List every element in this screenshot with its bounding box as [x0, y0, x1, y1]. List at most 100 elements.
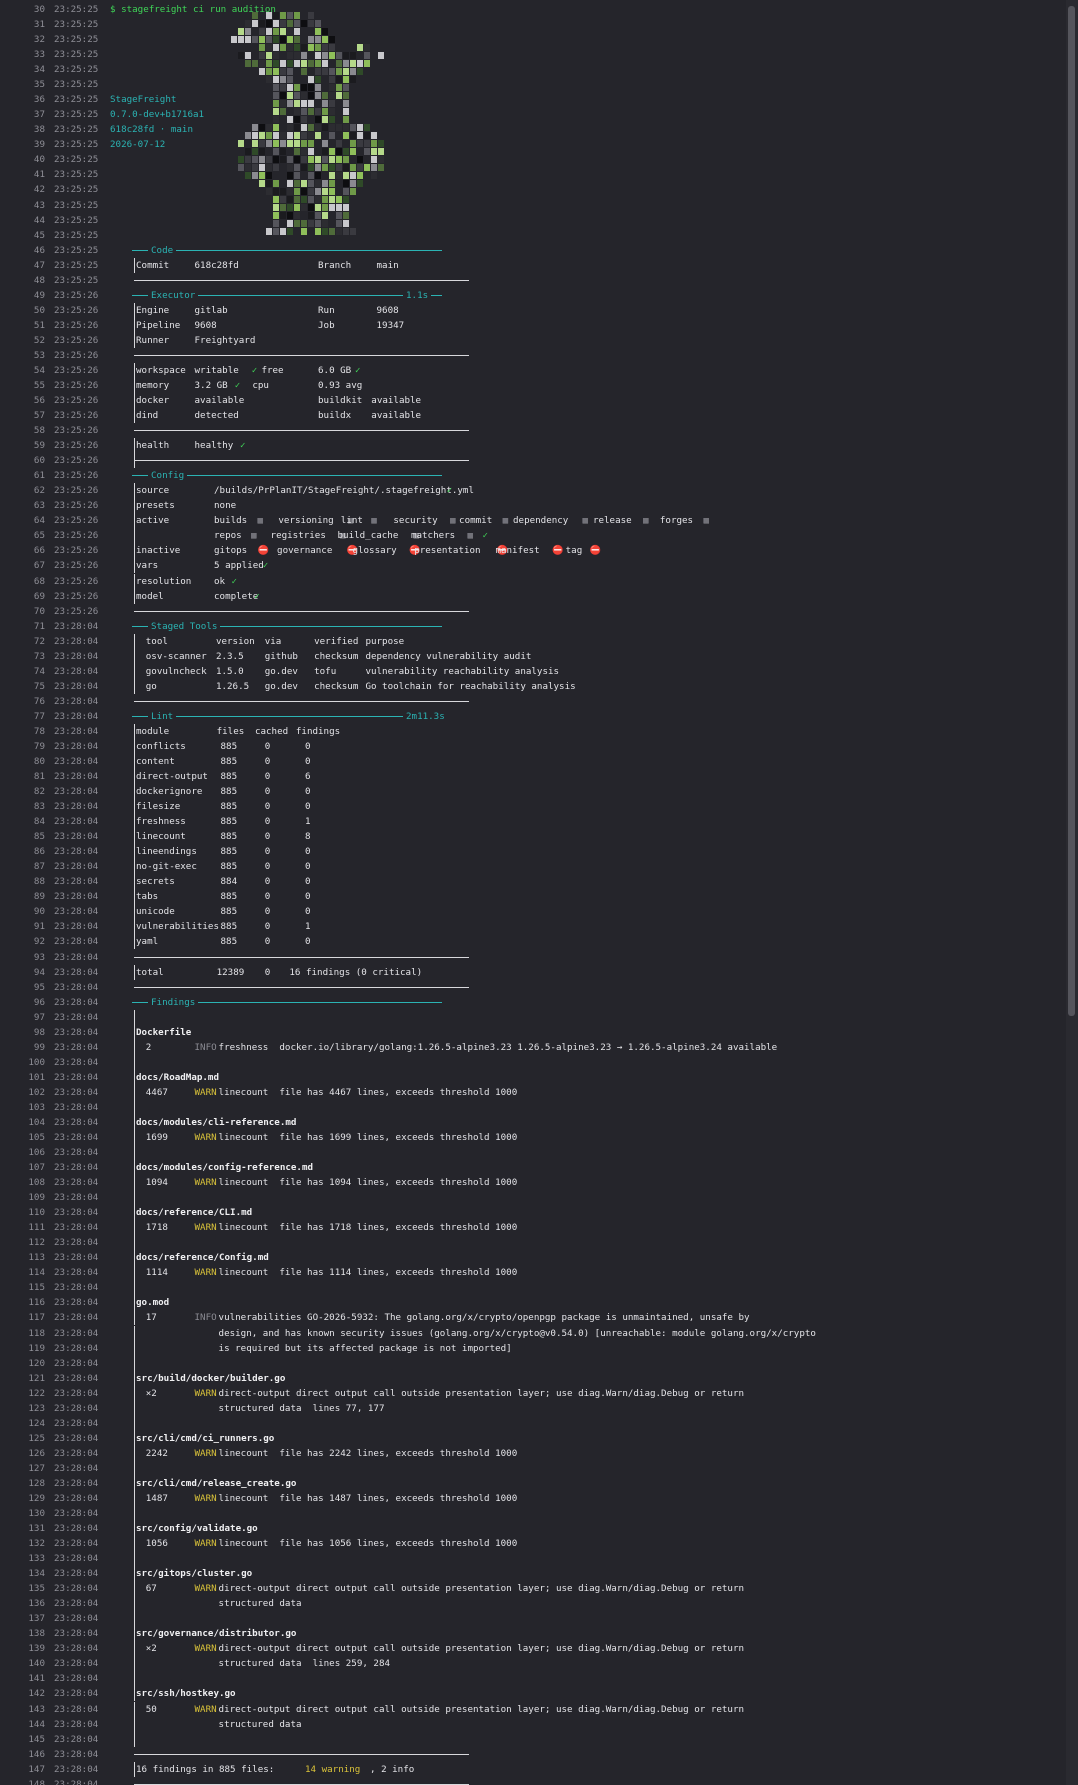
log-line: 55 23:25:26 memory 3.2 GB ✓ cpu 0.93 avg: [0, 378, 1066, 393]
log-line: 121 23:28:04 src/build/docker/builder.go: [0, 1370, 1066, 1386]
timestamp: 23:25:25: [54, 139, 99, 151]
line-number: 105: [28, 1132, 45, 1143]
timestamp: 23:25:26: [54, 545, 99, 557]
line-number: 33: [33, 49, 45, 61]
timestamp: 23:28:04: [54, 1267, 99, 1279]
finding-message: structured data lines 259, 284: [218, 1658, 391, 1670]
log-line: 89 23:28:04 tabs 885 0 0: [0, 889, 1066, 905]
finding-message: vulnerabilities GO-2026-5932: The golang…: [218, 1312, 750, 1324]
text: source: [136, 485, 170, 497]
text: 0.93 avg: [318, 380, 363, 391]
lint-module: direct-output: [136, 771, 208, 783]
inactive-item: glossary: [352, 545, 397, 557]
log-line: 129 23:28:04 1487 WARN linecount file has 14…: [0, 1490, 1066, 1506]
line-number: 114: [28, 1267, 45, 1279]
line-number: 147: [28, 1763, 45, 1775]
box-border: [134, 1701, 135, 1717]
timestamp: 23:28:04: [54, 1718, 99, 1730]
box-border: [134, 1581, 135, 1597]
scrollbar-thumb[interactable]: [1068, 6, 1075, 1016]
log-line: 44 23:25:25: [0, 213, 1066, 228]
finding-file: docs/reference/Config.md: [136, 1252, 269, 1264]
log-line: 141 23:28:04: [0, 1671, 1066, 1687]
timestamp: 23:25:25: [54, 274, 99, 286]
box-border: [134, 934, 135, 950]
finding-line-ref: 1094: [145, 1177, 168, 1189]
timestamp: 23:28:04: [54, 1402, 99, 1414]
finding-line-ref: 1699: [145, 1132, 168, 1143]
timestamp: 23:28:04: [54, 1252, 99, 1264]
box-border: [134, 1325, 135, 1341]
check-icon: ✓: [240, 440, 246, 452]
line-number: 52: [33, 334, 45, 346]
finding-line-ref: 67: [145, 1583, 157, 1595]
lint-cached: 0: [264, 816, 271, 828]
timestamp: 23:28:04: [54, 1432, 99, 1444]
line-number: 53: [33, 349, 45, 361]
box-border: [134, 302, 135, 318]
timestamp: 23:25:26: [54, 530, 99, 542]
table-cell: Go toolchain for reachability analysis: [365, 680, 576, 692]
lint-cached: 0: [264, 936, 271, 948]
timestamp: 23:28:04: [54, 1177, 99, 1189]
box-separator: [134, 986, 469, 988]
line-number: 134: [28, 1568, 45, 1580]
lint-module: content: [136, 756, 175, 767]
box-border: [134, 332, 135, 348]
finding-file: docs/RoadMap.md: [136, 1071, 219, 1083]
line-number: 126: [28, 1447, 45, 1459]
line-number: 91: [33, 921, 45, 933]
finding-message: direct-output direct output call outside…: [218, 1643, 745, 1655]
timestamp: 23:28:04: [54, 786, 99, 798]
lint-findings: 0: [305, 906, 311, 918]
finding-message: design, and has known security issues (g…: [218, 1327, 816, 1339]
line-number: 148: [28, 1778, 45, 1785]
findings-summary: 16 findings in 885 files:: [136, 1763, 280, 1775]
timestamp: 23:28:04: [54, 620, 99, 632]
text: buildx: [318, 410, 352, 422]
box-border: [134, 874, 135, 890]
box-border: [134, 1521, 135, 1537]
box-border: [134, 1265, 135, 1281]
log-line: 145 23:28:04: [0, 1731, 1066, 1747]
line-number: 140: [28, 1658, 45, 1670]
lint-findings: 0: [305, 891, 311, 903]
table-header: module: [136, 725, 170, 737]
timestamp: 23:28:04: [54, 966, 99, 978]
timestamp: 23:25:26: [54, 455, 99, 467]
scrollbar[interactable]: [1066, 0, 1078, 1785]
line-number: 48: [33, 274, 45, 286]
log-line: 52 23:25:26 Runner Freightyard: [0, 332, 1066, 348]
table-cell: go.dev: [264, 665, 298, 677]
log-line: 130 23:28:04: [0, 1506, 1066, 1521]
log-line: 110 23:28:04 docs/reference/CLI.md: [0, 1205, 1066, 1221]
line-number: 143: [28, 1703, 45, 1715]
line-number: 74: [33, 665, 45, 677]
finding-line-ref: 1487: [145, 1492, 168, 1504]
lint-findings: 0: [305, 801, 311, 813]
log-line: 111 23:28:04 1718 WARN linecount file has 17…: [0, 1220, 1066, 1236]
line-number: 128: [28, 1477, 45, 1489]
text: gitlab: [194, 304, 228, 316]
table-cell: 1.26.5: [215, 680, 250, 692]
line-number: 113: [28, 1252, 45, 1264]
line-number: 73: [33, 650, 45, 662]
box-border: [134, 1235, 135, 1251]
line-number: 123: [28, 1402, 45, 1414]
log-line: 32 23:25:25: [0, 32, 1066, 47]
log-line: 97 23:28:04: [0, 1009, 1066, 1025]
text: 16 findings (0 critical): [289, 966, 423, 978]
log-line: 78 23:28:04 module files cached findings: [0, 723, 1066, 739]
finding-message: structured data lines 77, 177: [218, 1402, 385, 1414]
finding-line-ref: 17: [145, 1312, 157, 1324]
log-line: 31 23:25:25: [0, 17, 1066, 32]
timestamp: 23:28:04: [54, 1342, 99, 1354]
box-border: [134, 1686, 135, 1702]
line-number: 138: [28, 1628, 45, 1640]
log-line: 63 23:25:26 presets none: [0, 498, 1066, 514]
timestamp: 23:28:04: [54, 1312, 99, 1324]
box-border: [134, 1220, 135, 1236]
table-header: findings: [295, 725, 341, 737]
box-border: [134, 829, 135, 845]
line-number: 116: [28, 1297, 45, 1309]
